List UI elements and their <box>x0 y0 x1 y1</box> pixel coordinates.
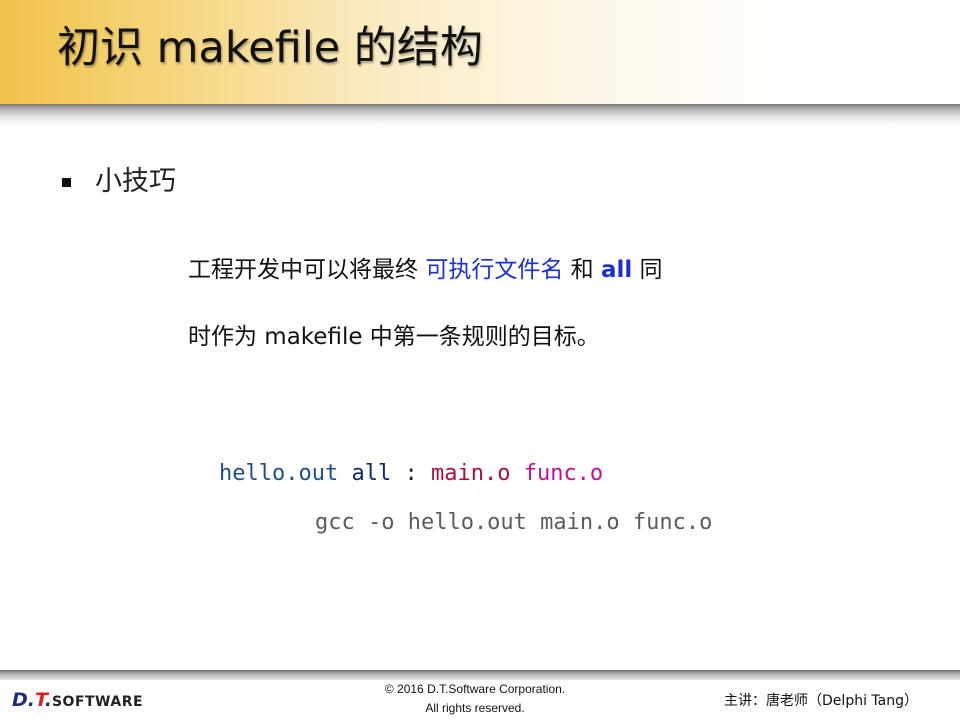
logo-t: T <box>35 689 45 711</box>
logo-dt: D. <box>12 689 35 711</box>
code-dependency-func: func.o <box>523 461 604 486</box>
code-all: all <box>351 461 392 486</box>
copyright-line-2: All rights reserved. <box>425 701 525 715</box>
bullet-square-icon <box>62 178 71 187</box>
paragraph-text: 工程开发中可以将最终 <box>188 257 426 283</box>
copyright-line-1: © 2016 D.T.Software Corporation. <box>384 682 566 696</box>
title-divider <box>0 104 960 126</box>
lecturer-credit: 主讲：唐老师（Delphi Tang） <box>724 693 918 709</box>
bullet-heading: 小技巧 <box>95 166 176 197</box>
paragraph-text: 同 <box>632 257 663 283</box>
paragraph-line-2: 时作为 makefile 中第一条规则的目标。 <box>188 324 600 350</box>
code-dependency-main: main.o <box>430 461 511 486</box>
logo-software: SOFTWARE <box>51 694 144 710</box>
highlight-all: all <box>600 257 633 283</box>
slide-title: 初识 makefile 的结构 <box>57 23 483 73</box>
code-rule-line: hello.out all : main.o func.o <box>219 458 603 490</box>
dt-software-logo: D.T.SOFTWARE <box>12 688 143 714</box>
code-colon: : <box>404 461 418 486</box>
paragraph-line-1: 工程开发中可以将最终 可执行文件名 和 all 同 <box>188 253 663 287</box>
code-target: hello.out <box>219 461 339 486</box>
highlight-executable-name: 可执行文件名 <box>425 257 564 283</box>
paragraph-text: 和 <box>563 257 601 283</box>
logo-dot: . <box>44 689 52 711</box>
code-command-line: gcc -o hello.out main.o func.o <box>315 510 713 535</box>
